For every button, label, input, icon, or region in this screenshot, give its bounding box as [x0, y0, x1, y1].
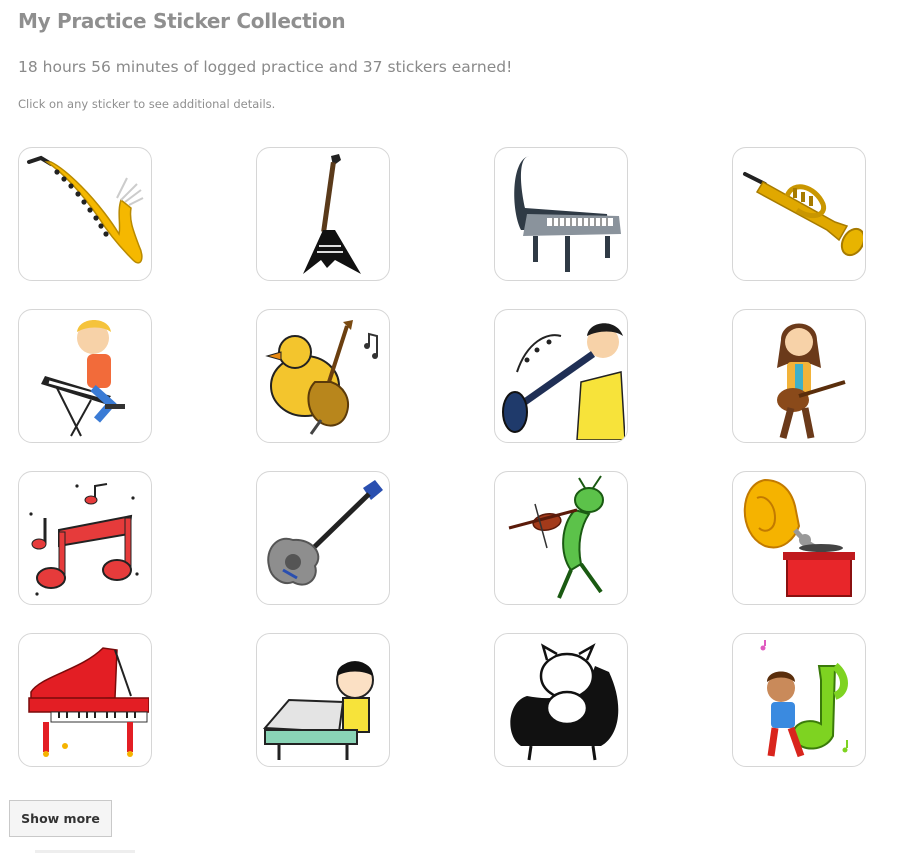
sticker-card[interactable] [256, 471, 390, 605]
bird-playing-cello-icon [265, 320, 378, 435]
sticker-card[interactable] [256, 309, 390, 443]
boy-playing-piano-icon [262, 661, 374, 760]
sticker-card[interactable] [18, 471, 152, 605]
sticker-card[interactable] [18, 633, 152, 767]
sticker-card[interactable] [732, 147, 866, 281]
sticker-card[interactable] [256, 147, 390, 281]
sticker-card[interactable] [494, 471, 628, 605]
cat-in-armchair-icon [510, 643, 619, 761]
electric-guitar-icon [303, 154, 361, 274]
boy-playing-keyboard-icon [41, 320, 125, 437]
red-grand-piano-icon [28, 647, 149, 757]
divider [35, 850, 135, 853]
sticker-card[interactable] [494, 147, 628, 281]
grand-piano-icon [514, 156, 621, 272]
boy-with-music-note-icon [760, 640, 848, 758]
acoustic-guitar-icon [267, 480, 383, 586]
trumpet-icon [743, 172, 863, 257]
sticker-card[interactable] [732, 633, 866, 767]
saxophone-icon [27, 155, 144, 264]
gramophone-icon [743, 478, 855, 597]
girl-playing-guitar-icon [777, 323, 846, 439]
page-title: My Practice Sticker Collection [18, 9, 346, 33]
sticker-card[interactable] [732, 309, 866, 443]
boy-playing-clarinet-icon [502, 323, 625, 440]
grasshopper-playing-violin-icon [508, 475, 604, 599]
sticker-card[interactable] [18, 309, 152, 443]
sticker-grid [18, 147, 870, 771]
sticker-card[interactable] [256, 633, 390, 767]
show-more-button[interactable]: Show more [9, 800, 112, 837]
instruction-text: Click on any sticker to see additional d… [18, 97, 276, 111]
sticker-card[interactable] [732, 471, 866, 605]
sticker-card[interactable] [494, 309, 628, 443]
sticker-card[interactable] [18, 147, 152, 281]
practice-summary: 18 hours 56 minutes of logged practice a… [18, 58, 513, 76]
music-notes-icon [29, 483, 139, 596]
sticker-card[interactable] [494, 633, 628, 767]
